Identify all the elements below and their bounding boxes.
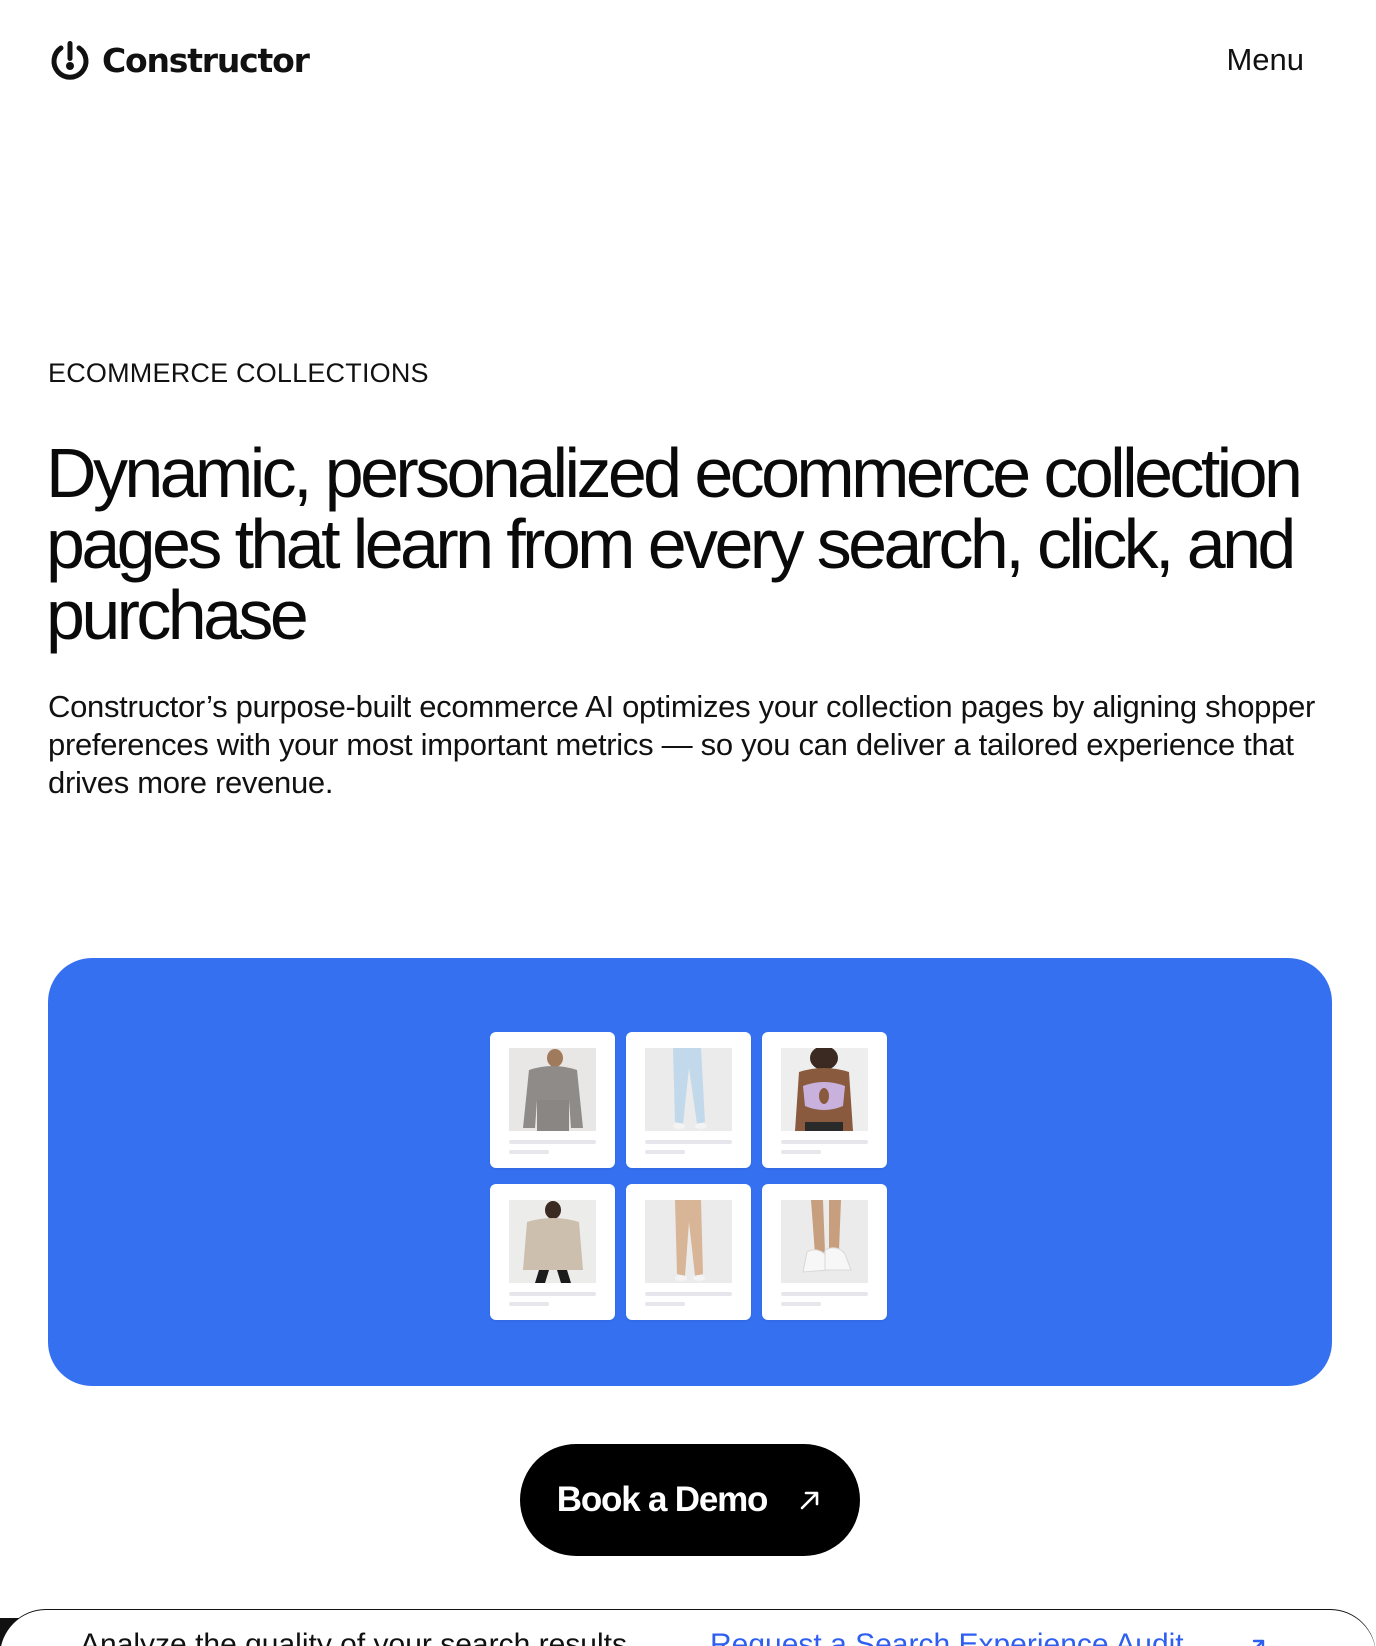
product-title-placeholder (509, 1140, 596, 1144)
product-showcase (48, 958, 1332, 1386)
product-price-placeholder (509, 1150, 549, 1154)
site-header: Constructor Menu (48, 34, 1304, 86)
brand-name: Constructor (102, 40, 310, 80)
product-grid (490, 1032, 887, 1320)
product-price-placeholder (645, 1302, 685, 1306)
section-eyebrow: ECOMMERCE COLLECTIONS (48, 358, 429, 388)
product-card (762, 1032, 887, 1168)
brand-logo[interactable]: Constructor (48, 38, 310, 82)
leggings-tan-image (645, 1200, 732, 1283)
product-price-placeholder (781, 1302, 821, 1306)
product-price-placeholder (645, 1150, 685, 1154)
product-card (626, 1184, 751, 1320)
product-title-placeholder (781, 1140, 868, 1144)
menu-button[interactable]: Menu (1226, 42, 1304, 78)
product-title-placeholder (509, 1292, 596, 1296)
leggings-light-blue-image (645, 1048, 732, 1131)
arrow-up-right-icon[interactable] (1246, 1636, 1268, 1646)
product-card (626, 1032, 751, 1168)
hero-description: Constructor’s purpose-built ecommerce AI… (48, 689, 1316, 800)
product-card (490, 1184, 615, 1320)
request-audit-link[interactable]: Request a Search Experience Audit (710, 1628, 1184, 1646)
sweater-beige-image (509, 1200, 596, 1283)
power-icon (51, 41, 89, 80)
product-card (490, 1032, 615, 1168)
book-demo-button[interactable]: Book a Demo (520, 1444, 860, 1556)
product-title-placeholder (645, 1140, 732, 1144)
page: Constructor Menu ECOMMERCE COLLECTIONS D… (0, 0, 1376, 1646)
product-price-placeholder (509, 1302, 549, 1306)
audit-banner: Analyze the quality of your search resul… (0, 1610, 1376, 1646)
arrow-up-right-icon (800, 1491, 819, 1510)
sneakers-white-image (781, 1200, 868, 1283)
book-demo-label: Book a Demo (556, 1480, 769, 1519)
product-title-placeholder (781, 1292, 868, 1296)
sweatshirt-grey-image (509, 1048, 596, 1131)
product-price-placeholder (781, 1150, 821, 1154)
audit-banner-text: Analyze the quality of your search resul… (80, 1628, 627, 1646)
hero-title: Dynamic, personalized ecommerce collecti… (46, 434, 1303, 654)
product-card (762, 1184, 887, 1320)
sports-bra-lavender-image (781, 1048, 868, 1131)
product-title-placeholder (645, 1292, 732, 1296)
